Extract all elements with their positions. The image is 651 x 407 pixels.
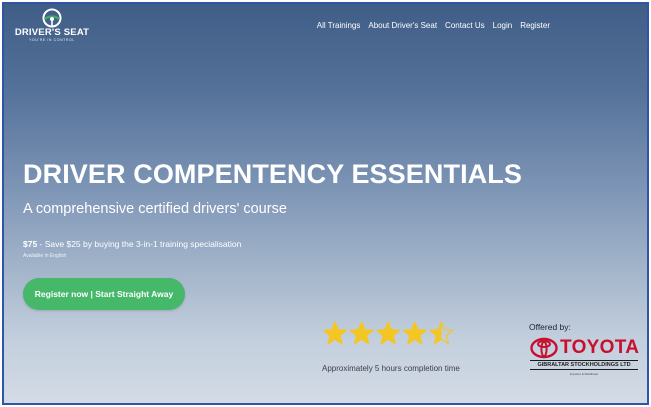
toyota-emblem-icon bbox=[530, 337, 558, 359]
nav-register[interactable]: Register bbox=[520, 21, 550, 30]
brand-tagline: YOU'RE IN CONTROL bbox=[29, 38, 75, 42]
star-icon bbox=[429, 321, 454, 345]
brand-logo[interactable]: DRIVER'S SEAT YOU'RE IN CONTROL bbox=[12, 8, 92, 44]
star-icon bbox=[322, 321, 348, 345]
register-now-button[interactable]: Register now | Start Straight Away bbox=[23, 278, 185, 310]
page-frame: DRIVER'S SEAT YOU'RE IN CONTROL All Trai… bbox=[2, 2, 649, 405]
hero-section: DRIVER'S SEAT YOU'RE IN CONTROL All Trai… bbox=[4, 4, 647, 403]
steering-wheel-icon bbox=[42, 8, 62, 28]
star-icon bbox=[349, 321, 374, 345]
course-subtitle: A comprehensive certified drivers' cours… bbox=[23, 201, 287, 217]
nav-login[interactable]: Login bbox=[493, 21, 513, 30]
nav-all-trainings[interactable]: All Trainings bbox=[317, 21, 361, 30]
offered-by-label: Offered by: bbox=[529, 322, 571, 332]
brand-name: DRIVER'S SEAT bbox=[14, 27, 90, 38]
star-icon bbox=[402, 321, 427, 345]
top-nav: All Trainings About Driver's Seat Contac… bbox=[309, 21, 550, 30]
completion-time: Approximately 5 hours completion time bbox=[322, 364, 460, 373]
toyota-logo: TOYOTA GIBRALTAR STOCKHOLDINGS LTD Impor… bbox=[528, 337, 640, 387]
star-icon bbox=[376, 321, 401, 345]
rating-stars bbox=[322, 321, 454, 345]
price-value: $75 bbox=[23, 239, 38, 249]
course-title: DRIVER COMPENTENCY ESSENTIALS bbox=[23, 159, 522, 189]
language-note: Available in English bbox=[23, 253, 67, 259]
toyota-wordmark: TOYOTA bbox=[560, 337, 640, 358]
partner-company: GIBRALTAR STOCKHOLDINGS LTD bbox=[530, 360, 638, 370]
price-line: $75 - Save $25 by buying the 3-in-1 trai… bbox=[23, 239, 241, 249]
nav-contact-us[interactable]: Contact Us bbox=[445, 21, 485, 30]
partner-fine-print: Importer & Distributor bbox=[569, 372, 599, 376]
price-detail: - Save $25 by buying the 3-in-1 training… bbox=[37, 239, 242, 249]
nav-about[interactable]: About Driver's Seat bbox=[368, 21, 437, 30]
